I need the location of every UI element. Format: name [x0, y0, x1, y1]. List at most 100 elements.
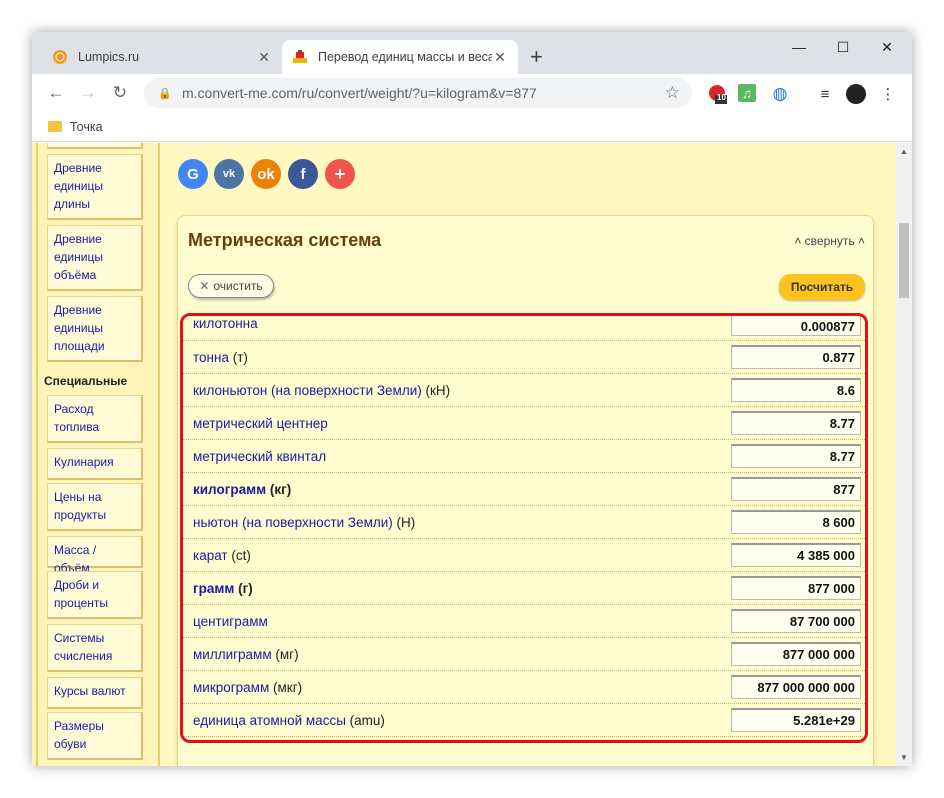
vpn-globe-icon[interactable]: ◍	[770, 84, 790, 104]
unit-name-link[interactable]: килоньютон (на поверхности Земли) (кН)	[193, 383, 450, 398]
bookmarks-bar: Точка	[32, 112, 912, 142]
unit-value-input[interactable]: 8.77	[731, 411, 861, 435]
more-share-icon[interactable]: +	[325, 159, 355, 189]
unit-row: центиграмм 87 700 000	[183, 605, 865, 638]
unit-value-input[interactable]: 0.000877	[731, 316, 861, 336]
sidebar-item-fuel[interactable]: Расход топлива	[47, 395, 143, 443]
sidebar-item-ancient-length[interactable]: Древние единицы длины	[47, 154, 143, 220]
facebook-share-icon[interactable]: f	[288, 159, 318, 189]
page-scrollbar[interactable]: ▲ ▼	[896, 143, 912, 766]
vk-share-icon[interactable]: vk	[214, 159, 244, 189]
sidebar-heading-special: Специальные	[44, 374, 128, 388]
unit-value-input[interactable]: 877	[731, 477, 861, 501]
unit-name: килоньютон (на поверхности Земли)	[193, 382, 422, 398]
unit-name-link[interactable]: метрический квинтал	[193, 449, 326, 464]
url-text: m.convert-me.com/ru/convert/weight/?u=ki…	[182, 85, 537, 101]
calculate-button[interactable]: Посчитать	[779, 274, 865, 300]
unit-symbol: (г)	[238, 580, 253, 596]
extension-badge: 10	[717, 93, 726, 102]
google-share-icon[interactable]: G	[178, 159, 208, 189]
tab-convert-me[interactable]: Перевод единиц массы и веса ✕	[282, 40, 518, 74]
unit-symbol: (amu)	[349, 712, 385, 728]
unit-name-link[interactable]: единица атомной массы (amu)	[193, 713, 385, 728]
unit-name-link[interactable]: килотонна	[193, 316, 258, 331]
sidebar-item-mass-volume[interactable]: Масса / объём	[47, 536, 143, 575]
music-extension-icon[interactable]: ♫	[738, 84, 756, 102]
bookmark-star-icon[interactable]: ☆	[665, 83, 680, 103]
unit-name-link[interactable]: миллиграмм (мг)	[193, 647, 299, 662]
unit-row: единица атомной массы (amu) 5.281e+29	[183, 704, 865, 737]
sidebar-item-shoe-sizes[interactable]: Размеры обуви	[47, 712, 143, 760]
sidebar-item-currency[interactable]: Курсы валют	[47, 677, 143, 709]
unit-value-input[interactable]: 877 000	[731, 576, 861, 600]
sidebar-item-fractions[interactable]: Дроби и проценты	[47, 571, 143, 619]
unit-name: карат	[193, 547, 228, 563]
scroll-down-arrow-icon[interactable]: ▼	[896, 753, 912, 762]
extension-adblock-icon[interactable]: 10	[708, 84, 728, 104]
media-queue-icon[interactable]: ≡	[815, 84, 835, 104]
minimize-button[interactable]: —	[776, 32, 822, 62]
unit-name: метрический квинтал	[193, 448, 327, 464]
unit-name-link[interactable]: метрический центнер	[193, 416, 328, 431]
sidebar-item-food-prices[interactable]: Цены на продукты	[47, 483, 143, 531]
unit-value-input[interactable]: 87 700 000	[731, 609, 861, 633]
sidebar-item-number-systems[interactable]: Системы счисления	[47, 624, 143, 672]
scrollbar-thumb[interactable]	[899, 223, 909, 298]
collapse-link[interactable]: ˄ свернуть ˄	[794, 234, 865, 248]
unit-value-input[interactable]: 0.877	[731, 345, 861, 369]
new-tab-button[interactable]: +	[530, 44, 543, 70]
unit-name-link[interactable]: грамм (г)	[193, 581, 253, 596]
browser-toolbar: ← → ↻ 🔒 m.convert-me.com/ru/convert/weig…	[32, 74, 912, 112]
unit-name: микрограмм	[193, 679, 270, 695]
unit-symbol: (Н)	[396, 514, 416, 530]
browser-window: Lumpics.ru ✕ Перевод единиц массы и веса…	[32, 32, 912, 766]
unit-value-input[interactable]: 4 385 000	[731, 543, 861, 567]
sidebar-item-ancient-area[interactable]: Древние единицы площади	[47, 296, 143, 362]
unit-row: тонна (т) 0.877	[183, 341, 865, 374]
unit-value-input[interactable]: 8.6	[731, 378, 861, 402]
unit-row: метрический центнер 8.77	[183, 407, 865, 440]
sidebar-item-partial[interactable]	[47, 143, 143, 149]
back-arrow-icon[interactable]: ←	[46, 83, 66, 103]
unit-name: ньютон (на поверхности Земли)	[193, 514, 393, 530]
unit-row: миллиграмм (мг) 877 000 000	[183, 638, 865, 671]
close-window-button[interactable]: ✕	[864, 32, 910, 62]
unit-value-input[interactable]: 8 600	[731, 510, 861, 534]
unit-name-link[interactable]: ньютон (на поверхности Земли) (Н)	[193, 515, 415, 530]
unit-row: карат (ct) 4 385 000	[183, 539, 865, 572]
unit-row: килоньютон (на поверхности Земли) (кН) 8.…	[183, 374, 865, 407]
unit-symbol: (кН)	[425, 382, 451, 398]
unit-row: ньютон (на поверхности Земли) (Н) 8 600	[183, 506, 865, 539]
unit-value-input[interactable]: 5.281e+29	[731, 708, 861, 732]
clear-button[interactable]: ✕ очистить	[188, 274, 274, 298]
unit-value-input[interactable]: 8.77	[731, 444, 861, 468]
unit-name-link[interactable]: центиграмм	[193, 614, 268, 629]
scale-favicon-icon	[293, 50, 307, 63]
reload-icon[interactable]: ↻	[110, 83, 130, 103]
forward-arrow-icon[interactable]: →	[78, 83, 98, 103]
chevron-up-icon: ˄	[794, 234, 802, 248]
unit-name: центиграмм	[193, 613, 268, 629]
menu-kebab-icon[interactable]: ⋮	[878, 84, 898, 104]
unit-name: миллиграмм	[193, 646, 272, 662]
tab-lumpics[interactable]: Lumpics.ru ✕	[42, 40, 282, 74]
maximize-button[interactable]: ☐	[820, 32, 866, 62]
tab-close-icon[interactable]: ✕	[492, 49, 508, 66]
bookmark-item[interactable]: Точка	[70, 120, 103, 134]
unit-value-input[interactable]: 877 000 000	[731, 642, 861, 666]
odnoklassniki-share-icon[interactable]: ok	[251, 159, 281, 189]
unit-value-input[interactable]: 877 000 000 000	[731, 675, 861, 699]
scroll-up-arrow-icon[interactable]: ▲	[896, 147, 912, 156]
sidebar-item-ancient-volume[interactable]: Древние единицы объёма	[47, 225, 143, 291]
tab-close-icon[interactable]: ✕	[256, 49, 272, 66]
address-bar[interactable]: 🔒 m.convert-me.com/ru/convert/weight/?u=…	[144, 78, 692, 108]
unit-name-link[interactable]: карат (ct)	[193, 548, 251, 563]
unit-row: грамм (г) 877 000	[183, 572, 865, 605]
unit-row: килотонна 0.000877	[183, 316, 865, 341]
profile-avatar[interactable]	[846, 84, 866, 104]
unit-name-link[interactable]: килограмм (кг)	[193, 482, 291, 497]
unit-row: метрический квинтал 8.77	[183, 440, 865, 473]
unit-name-link[interactable]: тонна (т)	[193, 350, 248, 365]
sidebar-item-cooking[interactable]: Кулинария	[47, 448, 143, 480]
unit-name-link[interactable]: микрограмм (мкг)	[193, 680, 302, 695]
